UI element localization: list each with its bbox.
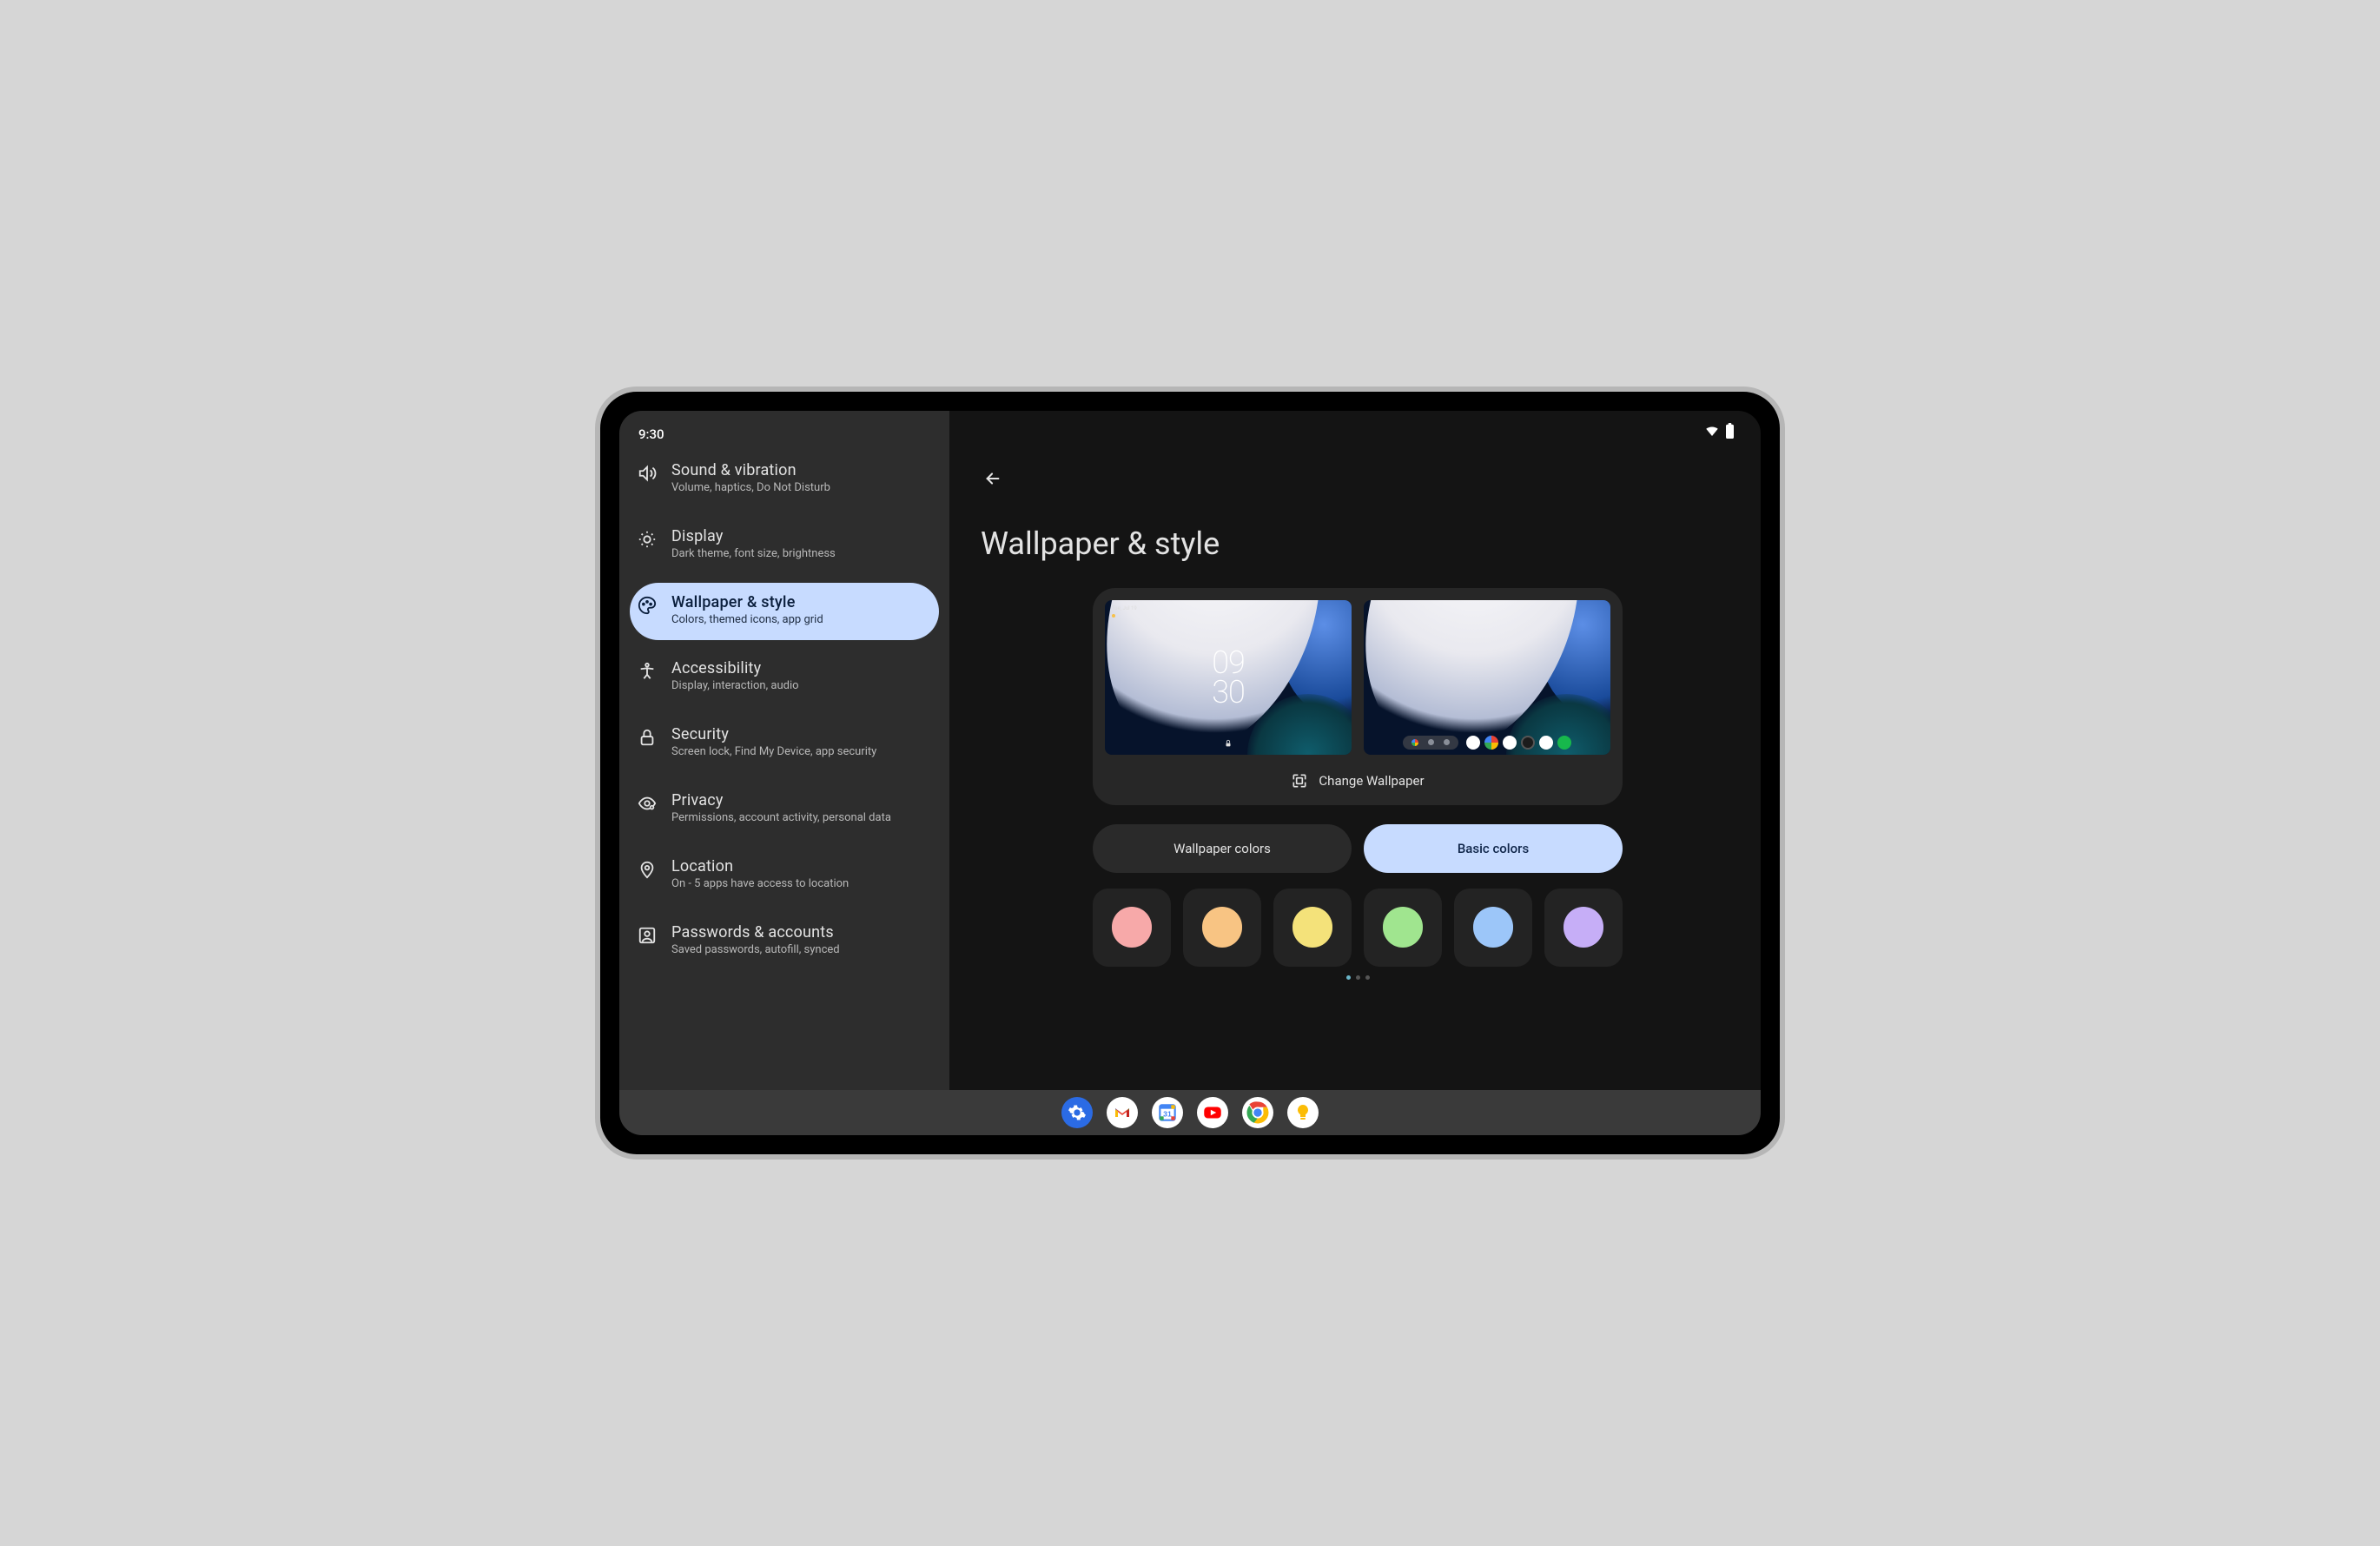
sidebar-item-sub: Screen lock, Find My Device, app securit… <box>671 745 876 760</box>
sidebar-item-wallpaper-style[interactable]: Wallpaper & style Colors, themed icons, … <box>630 583 939 640</box>
taskbar-app-settings[interactable] <box>1061 1097 1093 1128</box>
palette-icon <box>637 595 658 616</box>
preview-lock-clock: 09 30 <box>1212 648 1245 707</box>
sidebar-item-title: Wallpaper & style <box>671 593 823 611</box>
color-swatch-2[interactable] <box>1183 889 1261 967</box>
brightness-icon <box>637 529 658 550</box>
color-swatch-4[interactable] <box>1364 889 1442 967</box>
lock-indicator-icon <box>1224 739 1233 748</box>
screen: 9:30 Sound & vibration Volume, haptics, … <box>619 411 1761 1135</box>
settings-sidebar: 9:30 Sound & vibration Volume, haptics, … <box>619 411 949 1090</box>
tab-basic-colors[interactable]: Basic colors <box>1364 824 1623 873</box>
battery-icon <box>1725 423 1735 439</box>
sidebar-item-passwords[interactable]: Passwords & accounts Saved passwords, au… <box>630 913 939 970</box>
color-swatch-row <box>1093 889 1623 967</box>
status-bar-right <box>1704 423 1735 439</box>
wallpaper-previews: Tue, Jul 19 09 30 <box>1105 600 1610 755</box>
sidebar-item-title: Privacy <box>671 791 891 809</box>
color-swatch-3[interactable] <box>1273 889 1352 967</box>
location-icon <box>637 859 658 880</box>
sidebar-item-sub: Saved passwords, autofill, synced <box>671 943 840 958</box>
lock-icon <box>637 727 658 748</box>
sidebar-item-title: Sound & vibration <box>671 461 830 479</box>
sidebar-item-sub: Volume, haptics, Do Not Disturb <box>671 481 830 496</box>
status-bar-clock: 9:30 <box>619 423 949 451</box>
preview-home-dock <box>1403 736 1571 750</box>
sidebar-item-sound[interactable]: Sound & vibration Volume, haptics, Do No… <box>630 451 939 508</box>
sidebar-item-security[interactable]: Security Screen lock, Find My Device, ap… <box>630 715 939 772</box>
color-swatch-1[interactable] <box>1093 889 1171 967</box>
sidebar-item-sub: On - 5 apps have access to location <box>671 877 849 892</box>
sidebar-item-title: Passwords & accounts <box>671 923 840 941</box>
sidebar-item-sub: Display, interaction, audio <box>671 679 799 694</box>
wallpaper-card: Tue, Jul 19 09 30 <box>1093 588 1623 805</box>
tablet-frame: 9:30 Sound & vibration Volume, haptics, … <box>595 386 1785 1160</box>
accessibility-icon <box>637 661 658 682</box>
sidebar-item-sub: Colors, themed icons, app grid <box>671 613 823 628</box>
sidebar-item-display[interactable]: Display Dark theme, font size, brightnes… <box>630 517 939 574</box>
account-box-icon <box>637 925 658 946</box>
taskbar-app-chrome[interactable] <box>1242 1097 1273 1128</box>
back-button[interactable] <box>975 461 1010 496</box>
sidebar-item-sub: Dark theme, font size, brightness <box>671 547 836 562</box>
swatch-pager <box>975 975 1740 980</box>
page-title: Wallpaper & style <box>981 525 1740 562</box>
sidebar-item-title: Security <box>671 725 876 743</box>
taskbar-app-gmail[interactable] <box>1107 1097 1138 1128</box>
system-taskbar: 31 <box>619 1090 1761 1135</box>
preview-lock-screen[interactable]: Tue, Jul 19 09 30 <box>1105 600 1352 755</box>
sound-icon <box>637 463 658 484</box>
sidebar-item-title: Display <box>671 527 836 545</box>
preview-lock-date: Tue, Jul 19 <box>1112 605 1137 611</box>
preview-home-screen[interactable] <box>1364 600 1610 755</box>
sidebar-item-title: Accessibility <box>671 659 799 677</box>
taskbar-app-youtube[interactable] <box>1197 1097 1228 1128</box>
svg-text:31: 31 <box>1163 1109 1172 1118</box>
taskbar-app-calendar[interactable]: 31 <box>1152 1097 1183 1128</box>
taskbar-app-keep[interactable] <box>1287 1097 1319 1128</box>
color-source-tabs: Wallpaper colors Basic colors <box>1093 824 1623 873</box>
sidebar-item-accessibility[interactable]: Accessibility Display, interaction, audi… <box>630 649 939 706</box>
wallpaper-icon <box>1291 772 1308 790</box>
change-wallpaper-label: Change Wallpaper <box>1319 773 1424 789</box>
sidebar-item-privacy[interactable]: Privacy Permissions, account activity, p… <box>630 781 939 838</box>
sidebar-item-sub: Permissions, account activity, personal … <box>671 811 891 826</box>
main-panel: Wallpaper & style Tue, Jul 19 <box>949 411 1761 1090</box>
sidebar-item-title: Location <box>671 857 849 875</box>
color-swatch-6[interactable] <box>1544 889 1623 967</box>
privacy-icon <box>637 793 658 814</box>
sidebar-item-location[interactable]: Location On - 5 apps have access to loca… <box>630 847 939 904</box>
content-area: 9:30 Sound & vibration Volume, haptics, … <box>619 411 1761 1090</box>
color-swatch-5[interactable] <box>1454 889 1532 967</box>
wifi-icon <box>1704 423 1720 439</box>
settings-category-list: Sound & vibration Volume, haptics, Do No… <box>619 451 949 1090</box>
change-wallpaper-button[interactable]: Change Wallpaper <box>1105 770 1610 791</box>
tab-wallpaper-colors[interactable]: Wallpaper colors <box>1093 824 1352 873</box>
